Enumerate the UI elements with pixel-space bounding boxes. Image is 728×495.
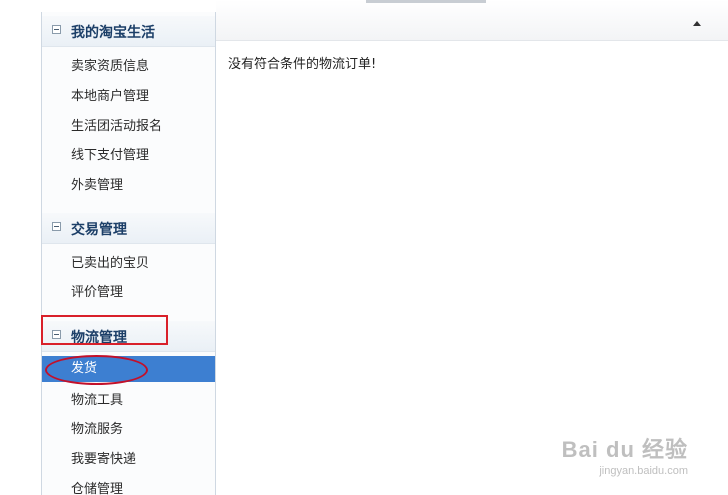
content-top-bar	[216, 0, 728, 41]
sidebar-item-local-merchant[interactable]: 本地商户管理	[42, 84, 215, 110]
sidebar-item-label: 物流工具	[71, 393, 124, 408]
sidebar-item-logistics-tools[interactable]: 物流工具	[42, 388, 215, 414]
group-title: 我的淘宝生活	[71, 25, 155, 41]
baidu-jingyan-watermark: Bai du 经验 jingyan.baidu.com	[562, 432, 688, 477]
sidebar-item-send-express[interactable]: 我要寄快递	[42, 447, 215, 473]
collapse-minus-icon[interactable]	[52, 222, 61, 231]
sidebar-item-group-activity-signup[interactable]: 生活团活动报名	[42, 114, 215, 140]
seller-center-page: 我的淘宝生活 卖家资质信息 本地商户管理 生活团活动报名 线下支付管理 外卖管理…	[0, 0, 728, 495]
sidebar-menu: 我的淘宝生活 卖家资质信息 本地商户管理 生活团活动报名 线下支付管理 外卖管理…	[41, 12, 216, 495]
highlight-ellipse-ship	[45, 355, 148, 385]
sidebar-item-reviews[interactable]: 评价管理	[42, 280, 215, 306]
sidebar-item-label: 卖家资质信息	[71, 59, 150, 74]
empty-state-message: 没有符合条件的物流订单!	[228, 57, 377, 72]
group-header-taobao-life[interactable]: 我的淘宝生活	[42, 16, 215, 47]
sidebar-item-label: 已卖出的宝贝	[71, 256, 150, 271]
group-title: 交易管理	[71, 222, 127, 238]
watermark-logo-text: Bai du 经验	[561, 437, 688, 462]
sidebar-item-label: 外卖管理	[71, 178, 124, 193]
watermark-url: jingyan.baidu.com	[599, 465, 688, 477]
highlight-box-logistics	[41, 315, 168, 345]
sidebar-item-label: 生活团活动报名	[71, 119, 163, 134]
sidebar-item-sold-items[interactable]: 已卖出的宝贝	[42, 251, 215, 277]
sidebar-item-label: 我要寄快递	[71, 452, 137, 467]
scroll-up-arrow-icon[interactable]	[693, 21, 701, 26]
sidebar-item-warehouse[interactable]: 仓储管理	[42, 477, 215, 495]
group-header-trade[interactable]: 交易管理	[42, 213, 215, 244]
sidebar-item-takeout[interactable]: 外卖管理	[42, 173, 215, 199]
top-tab-indicator	[366, 0, 486, 3]
collapse-minus-icon[interactable]	[52, 25, 61, 34]
sidebar-item-offline-payment[interactable]: 线下支付管理	[42, 143, 215, 169]
sidebar-item-logistics-services[interactable]: 物流服务	[42, 417, 215, 443]
sidebar-item-label: 线下支付管理	[71, 148, 150, 163]
sidebar-item-label: 评价管理	[71, 285, 124, 300]
sidebar-item-label: 本地商户管理	[71, 89, 150, 104]
sidebar-item-label: 物流服务	[71, 422, 124, 437]
sidebar-item-label: 仓储管理	[71, 482, 124, 495]
sidebar-item-seller-qualification[interactable]: 卖家资质信息	[42, 54, 215, 80]
